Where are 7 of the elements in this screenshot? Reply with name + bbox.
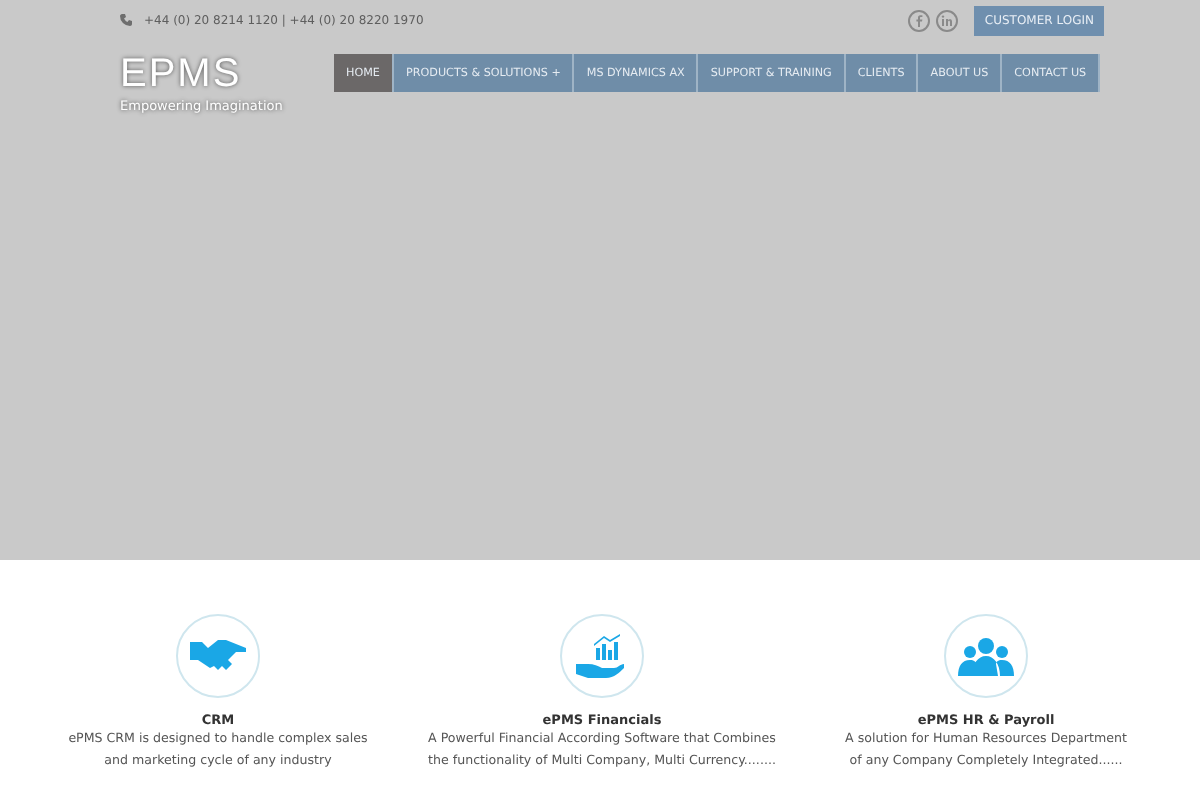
facebook-icon[interactable] (908, 9, 931, 31)
linkedin-icon[interactable] (936, 9, 959, 31)
handshake-icon (190, 636, 246, 676)
logo[interactable]: EPMS (120, 54, 334, 94)
people-icon (956, 636, 1016, 676)
phone-icon (120, 14, 132, 26)
hand-chart-icon (576, 632, 628, 680)
